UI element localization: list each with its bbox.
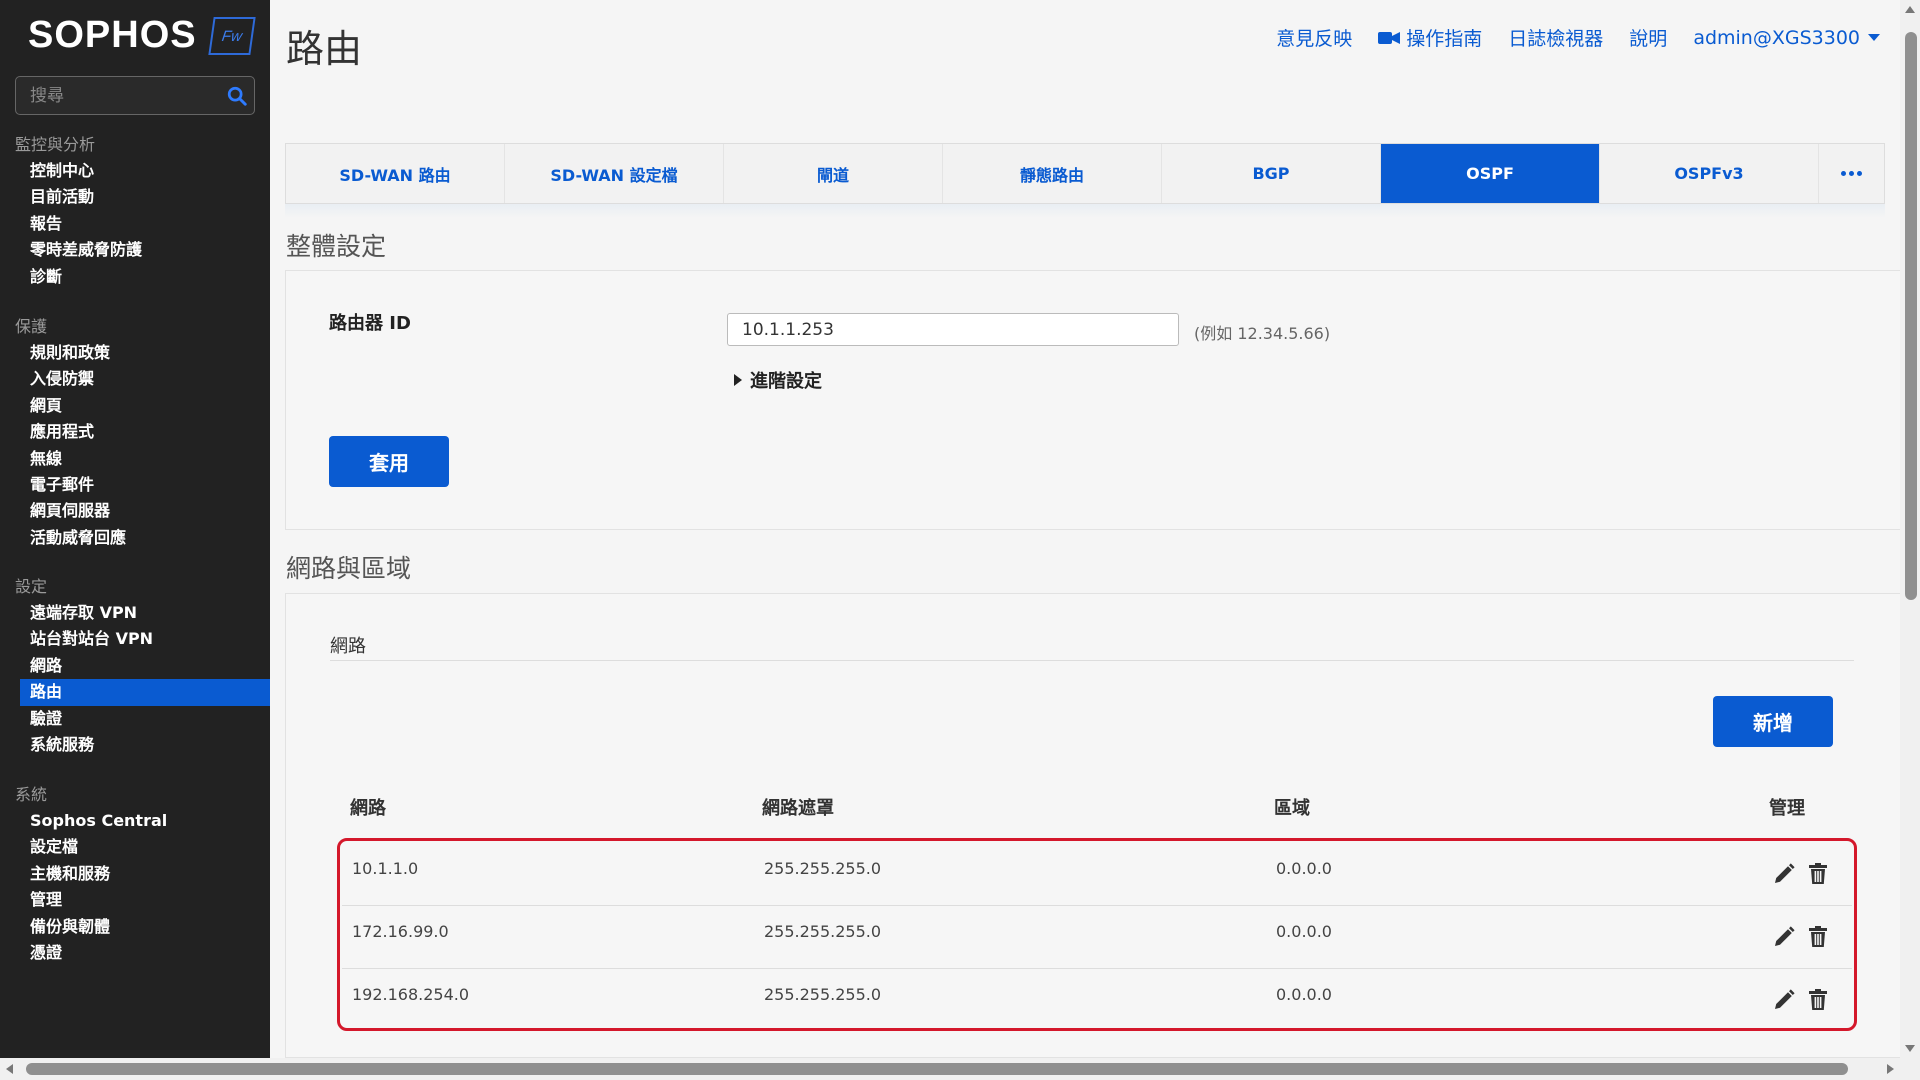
help-label: 說明 [1629, 28, 1668, 50]
nav-item-current-activity[interactable]: 目前活動 [0, 184, 270, 210]
router-id-label: 路由器 ID [329, 313, 411, 334]
scroll-down-icon[interactable] [1905, 1045, 1915, 1052]
nav-item-hosts-services[interactable]: 主機和服務 [0, 861, 270, 887]
nav-heading: 系統 [15, 785, 48, 804]
tab-static-routes[interactable]: 靜態路由 [943, 144, 1162, 203]
nav-item-sophos-central[interactable]: Sophos Central [0, 808, 270, 834]
search-input[interactable] [16, 77, 216, 114]
nav-item-system-services[interactable]: 系統服務 [0, 732, 270, 758]
top-links: 意見反映 操作指南 日誌檢視器 說明 admin@XGS3300 [1276, 24, 1880, 51]
nav-item-backup-firmware[interactable]: 備份與韌體 [0, 914, 270, 940]
router-id-hint: (例如 12.34.5.66) [1194, 324, 1331, 343]
guide-label: 操作指南 [1406, 28, 1483, 50]
tab-gateways[interactable]: 閘道 [724, 144, 943, 203]
horizontal-scrollbar[interactable] [0, 1058, 1920, 1080]
divider [330, 660, 1854, 661]
user-menu[interactable]: admin@XGS3300 [1693, 27, 1880, 49]
nav-item-authentication[interactable]: 驗證 [0, 706, 270, 732]
column-header-netmask: 網路遮罩 [762, 798, 834, 819]
nav-heading: 設定 [15, 577, 48, 596]
nav-item-routing[interactable]: 路由 [20, 679, 270, 706]
nav-heading: 保護 [15, 317, 48, 336]
vertical-scrollbar[interactable] [1900, 0, 1920, 1058]
router-id-input[interactable] [727, 313, 1179, 346]
nav-section-protect: 保護 規則和政策 入侵防禦 網頁 應用程式 無線 電子郵件 網頁伺服器 活動威脅… [0, 314, 270, 551]
nav-section-system: 系統 Sophos Central 設定檔 主機和服務 管理 備份與韌體 憑證 [0, 782, 270, 966]
nav-item-certificates[interactable]: 憑證 [0, 940, 270, 966]
more-dots-icon [1841, 171, 1862, 176]
page-title: 路由 [286, 27, 363, 71]
search-icon[interactable] [226, 85, 248, 107]
column-header-manage: 管理 [1769, 798, 1805, 819]
log-viewer-link[interactable]: 日誌檢視器 [1508, 24, 1603, 51]
nav-item-rules[interactable]: 規則和政策 [0, 340, 270, 366]
routing-tabs: SD-WAN 路由 SD-WAN 設定檔 閘道 靜態路由 BGP OSPF OS… [285, 143, 1885, 204]
nav-item-profiles[interactable]: 設定檔 [0, 834, 270, 860]
feedback-link[interactable]: 意見反映 [1276, 24, 1352, 51]
sophos-logo[interactable]: SOPHOS Fw [28, 14, 256, 57]
tab-shadow [285, 204, 1885, 218]
nav-item-diagnostics[interactable]: 診斷 [0, 264, 270, 290]
highlight-frame [337, 838, 1857, 1031]
nav-item-wireless[interactable]: 無線 [0, 446, 270, 472]
global-settings-panel: 路由器 ID (例如 12.34.5.66) 進階設定 套用 [285, 270, 1900, 530]
nav-item-reports[interactable]: 報告 [0, 211, 270, 237]
nav-section-configure: 設定 遠端存取 VPN 站台對站台 VPN 網路 路由 驗證 系統服務 [0, 574, 270, 758]
nav-item-network[interactable]: 網路 [0, 653, 270, 679]
user-name: admin@XGS3300 [1693, 26, 1860, 49]
how-to-guide-link[interactable]: 操作指南 [1378, 24, 1482, 51]
advanced-settings-toggle[interactable]: 進階設定 [734, 367, 822, 393]
global-settings-title: 整體設定 [286, 232, 387, 261]
log-viewer-label: 日誌檢視器 [1508, 28, 1604, 50]
tab-more[interactable] [1819, 144, 1884, 203]
tab-sdwan-routes[interactable]: SD-WAN 路由 [286, 144, 505, 203]
tab-ospfv3[interactable]: OSPFv3 [1600, 144, 1819, 203]
tab-sdwan-profiles[interactable]: SD-WAN 設定檔 [505, 144, 724, 203]
nav-item-applications[interactable]: 應用程式 [0, 419, 270, 445]
sidebar: SOPHOS Fw 監控與分析 控制中心 目前活動 報告 零時差威脅防護 診斷 … [0, 0, 270, 1058]
logo-text: SOPHOS [28, 14, 197, 56]
network-subheading: 網路 [330, 636, 366, 657]
tab-ospf[interactable]: OSPF [1381, 144, 1600, 203]
nav-item-web[interactable]: 網頁 [0, 393, 270, 419]
nav-item-control-center[interactable]: 控制中心 [0, 158, 270, 184]
video-camera-icon [1378, 31, 1401, 44]
nav-item-zero-day[interactable]: 零時差威脅防護 [0, 237, 270, 263]
firewall-badge-icon: Fw [207, 16, 256, 55]
scroll-right-icon[interactable] [1887, 1064, 1894, 1074]
nav-item-administration[interactable]: 管理 [0, 887, 270, 913]
help-link[interactable]: 說明 [1629, 24, 1667, 51]
column-header-network: 網路 [350, 798, 386, 819]
nav-item-web-server[interactable]: 網頁伺服器 [0, 498, 270, 524]
column-header-area: 區域 [1274, 798, 1310, 819]
network-area-title: 網路與區域 [286, 554, 412, 583]
nav-item-email[interactable]: 電子郵件 [0, 472, 270, 498]
nav-heading: 監控與分析 [15, 135, 96, 154]
nav-item-remote-vpn[interactable]: 遠端存取 VPN [0, 600, 270, 626]
horizontal-scroll-thumb[interactable] [26, 1063, 1848, 1075]
add-network-button[interactable]: 新增 [1713, 696, 1833, 747]
nav-item-active-threat[interactable]: 活動威脅回應 [0, 525, 270, 551]
scroll-up-icon[interactable] [1905, 6, 1915, 13]
feedback-label: 意見反映 [1276, 28, 1353, 50]
nav-section-monitor: 監控與分析 控制中心 目前活動 報告 零時差威脅防護 診斷 [0, 132, 270, 290]
caret-right-icon [734, 374, 742, 386]
nav-item-ips[interactable]: 入侵防禦 [0, 366, 270, 392]
apply-button[interactable]: 套用 [329, 436, 449, 487]
vertical-scroll-thumb[interactable] [1905, 32, 1917, 600]
tab-bgp[interactable]: BGP [1162, 144, 1381, 203]
scroll-left-icon[interactable] [6, 1064, 13, 1074]
advanced-settings-label: 進階設定 [750, 371, 822, 392]
nav-item-site-vpn[interactable]: 站台對站台 VPN [0, 626, 270, 652]
sidebar-search [15, 76, 255, 115]
caret-down-icon [1868, 34, 1880, 41]
